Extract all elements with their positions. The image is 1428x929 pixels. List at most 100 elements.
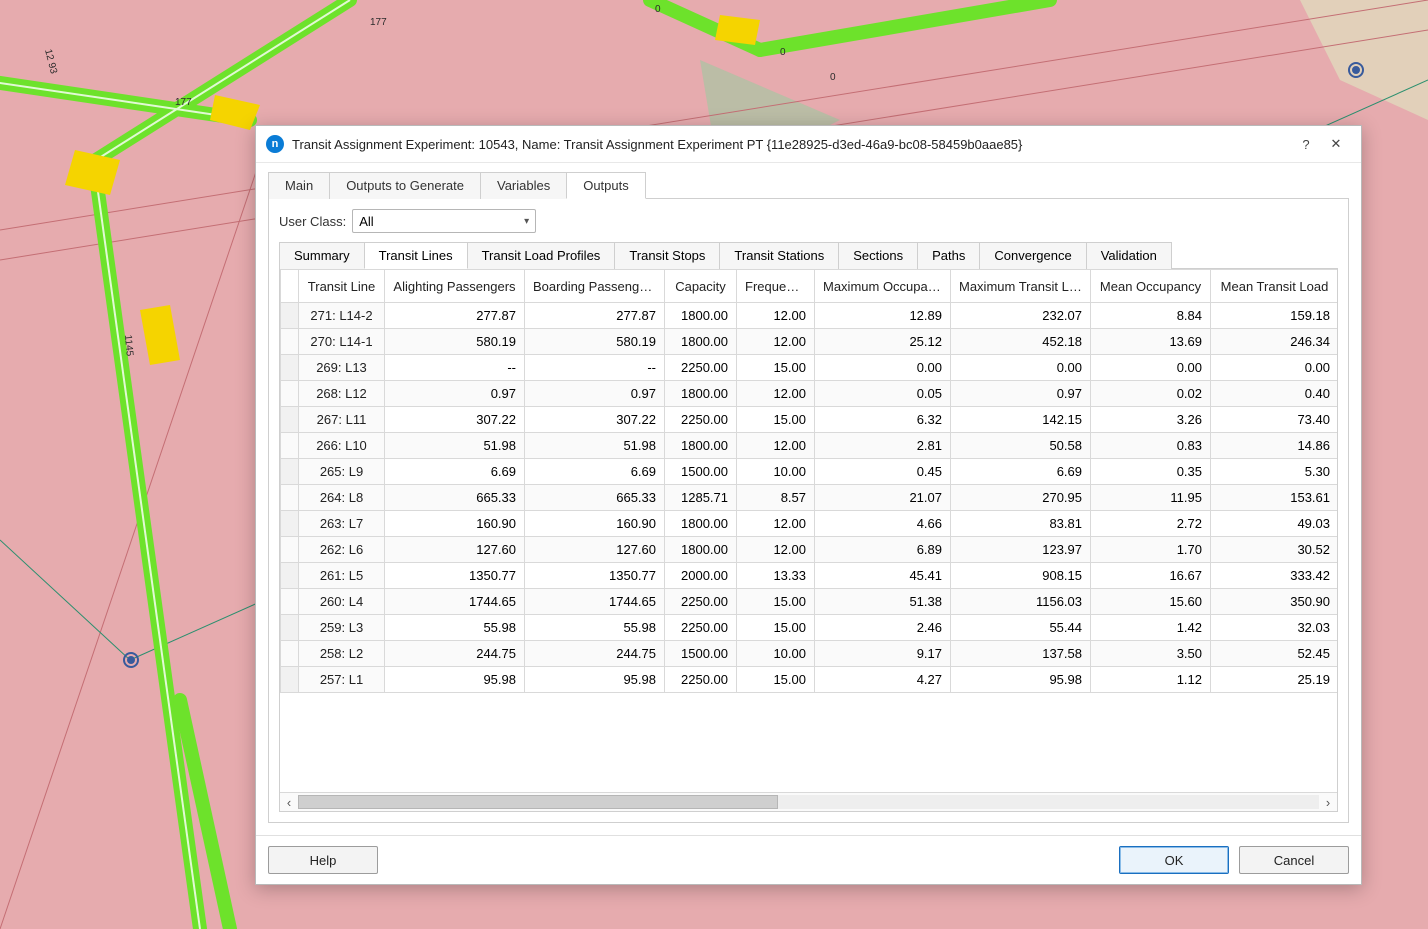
cell-alighting[interactable]: 277.87 [385, 303, 525, 329]
cell-frequency[interactable]: 12.00 [737, 381, 815, 407]
cell-max-occupancy[interactable]: 6.89 [815, 537, 951, 563]
cell-transit-line[interactable]: 260: L4 [299, 589, 385, 615]
col-transit-line[interactable]: Transit Line [299, 270, 385, 303]
row-handle[interactable] [281, 511, 299, 537]
table-row[interactable]: 260: L41744.651744.652250.0015.0051.3811… [281, 589, 1338, 615]
cell-max-occupancy[interactable]: 0.05 [815, 381, 951, 407]
cell-max-occupancy[interactable]: 0.45 [815, 459, 951, 485]
cell-alighting[interactable]: 127.60 [385, 537, 525, 563]
col-max-transit-load[interactable]: Maximum Transit Load [951, 270, 1091, 303]
cell-boarding[interactable]: 55.98 [525, 615, 665, 641]
cell-alighting[interactable]: 1350.77 [385, 563, 525, 589]
row-handle[interactable] [281, 355, 299, 381]
cell-max-occupancy[interactable]: 25.12 [815, 329, 951, 355]
cell-transit-line[interactable]: 266: L10 [299, 433, 385, 459]
cell-boarding[interactable]: 1744.65 [525, 589, 665, 615]
subtab-transit-load-profiles[interactable]: Transit Load Profiles [467, 242, 616, 269]
col-frequency[interactable]: Frequency [737, 270, 815, 303]
table-row[interactable]: 270: L14-1580.19580.191800.0012.0025.124… [281, 329, 1338, 355]
cell-mean-occupancy[interactable]: 1.70 [1091, 537, 1211, 563]
help-icon[interactable]: ? [1291, 130, 1321, 158]
cell-alighting[interactable]: 51.98 [385, 433, 525, 459]
cell-transit-line[interactable]: 261: L5 [299, 563, 385, 589]
subtab-transit-stops[interactable]: Transit Stops [614, 242, 720, 269]
cell-max-occupancy[interactable]: 2.81 [815, 433, 951, 459]
cell-max-occupancy[interactable]: 9.17 [815, 641, 951, 667]
cell-max-transit-load[interactable]: 232.07 [951, 303, 1091, 329]
col-boarding[interactable]: Boarding Passengers [525, 270, 665, 303]
cell-capacity[interactable]: 1800.00 [665, 537, 737, 563]
cell-capacity[interactable]: 2000.00 [665, 563, 737, 589]
cell-frequency[interactable]: 10.00 [737, 459, 815, 485]
cell-max-occupancy[interactable]: 51.38 [815, 589, 951, 615]
cell-mean-transit-load[interactable]: 30.52 [1211, 537, 1338, 563]
subtab-paths[interactable]: Paths [917, 242, 980, 269]
cell-mean-transit-load[interactable]: 153.61 [1211, 485, 1338, 511]
cell-capacity[interactable]: 1800.00 [665, 511, 737, 537]
cell-frequency[interactable]: 12.00 [737, 329, 815, 355]
cell-transit-line[interactable]: 257: L1 [299, 667, 385, 693]
cell-frequency[interactable]: 15.00 [737, 615, 815, 641]
cell-mean-transit-load[interactable]: 0.00 [1211, 355, 1338, 381]
cell-boarding[interactable]: 244.75 [525, 641, 665, 667]
tab-main[interactable]: Main [268, 172, 330, 199]
cell-frequency[interactable]: 15.00 [737, 407, 815, 433]
cell-boarding[interactable]: 51.98 [525, 433, 665, 459]
cell-mean-transit-load[interactable]: 159.18 [1211, 303, 1338, 329]
cell-max-transit-load[interactable]: 908.15 [951, 563, 1091, 589]
cell-transit-line[interactable]: 262: L6 [299, 537, 385, 563]
cell-max-occupancy[interactable]: 45.41 [815, 563, 951, 589]
cell-boarding[interactable]: 277.87 [525, 303, 665, 329]
cell-boarding[interactable]: 127.60 [525, 537, 665, 563]
cell-max-transit-load[interactable]: 95.98 [951, 667, 1091, 693]
cell-capacity[interactable]: 2250.00 [665, 589, 737, 615]
cell-mean-occupancy[interactable]: 1.42 [1091, 615, 1211, 641]
cell-max-transit-load[interactable]: 270.95 [951, 485, 1091, 511]
cell-mean-transit-load[interactable]: 5.30 [1211, 459, 1338, 485]
cell-max-transit-load[interactable]: 123.97 [951, 537, 1091, 563]
cell-mean-occupancy[interactable]: 0.83 [1091, 433, 1211, 459]
cell-boarding[interactable]: 1350.77 [525, 563, 665, 589]
cell-mean-transit-load[interactable]: 350.90 [1211, 589, 1338, 615]
subtab-convergence[interactable]: Convergence [979, 242, 1086, 269]
cell-boarding[interactable]: 95.98 [525, 667, 665, 693]
cell-mean-occupancy[interactable]: 3.50 [1091, 641, 1211, 667]
table-row[interactable]: 259: L355.9855.982250.0015.002.4655.441.… [281, 615, 1338, 641]
cell-mean-occupancy[interactable]: 1.12 [1091, 667, 1211, 693]
scroll-track[interactable] [298, 795, 1319, 809]
table-row[interactable]: 267: L11307.22307.222250.0015.006.32142.… [281, 407, 1338, 433]
cell-max-occupancy[interactable]: 6.32 [815, 407, 951, 433]
cell-alighting[interactable]: -- [385, 355, 525, 381]
cell-max-transit-load[interactable]: 137.58 [951, 641, 1091, 667]
cell-capacity[interactable]: 1800.00 [665, 381, 737, 407]
cell-mean-transit-load[interactable]: 333.42 [1211, 563, 1338, 589]
cell-mean-occupancy[interactable]: 0.02 [1091, 381, 1211, 407]
table-row[interactable]: 263: L7160.90160.901800.0012.004.6683.81… [281, 511, 1338, 537]
cell-alighting[interactable]: 1744.65 [385, 589, 525, 615]
subtab-summary[interactable]: Summary [279, 242, 365, 269]
cell-mean-transit-load[interactable]: 49.03 [1211, 511, 1338, 537]
row-handle[interactable] [281, 381, 299, 407]
cell-alighting[interactable]: 307.22 [385, 407, 525, 433]
cell-frequency[interactable]: 12.00 [737, 433, 815, 459]
cell-transit-line[interactable]: 269: L13 [299, 355, 385, 381]
cell-mean-occupancy[interactable]: 8.84 [1091, 303, 1211, 329]
cell-frequency[interactable]: 15.00 [737, 589, 815, 615]
cell-capacity[interactable]: 2250.00 [665, 615, 737, 641]
table-row[interactable]: 268: L120.970.971800.0012.000.050.970.02… [281, 381, 1338, 407]
cell-frequency[interactable]: 12.00 [737, 537, 815, 563]
cell-boarding[interactable]: 580.19 [525, 329, 665, 355]
cell-mean-transit-load[interactable]: 25.19 [1211, 667, 1338, 693]
cell-frequency[interactable]: 13.33 [737, 563, 815, 589]
cell-capacity[interactable]: 2250.00 [665, 407, 737, 433]
cell-max-transit-load[interactable]: 0.00 [951, 355, 1091, 381]
cell-frequency[interactable]: 15.00 [737, 667, 815, 693]
cell-transit-line[interactable]: 271: L14-2 [299, 303, 385, 329]
cell-transit-line[interactable]: 270: L14-1 [299, 329, 385, 355]
scroll-left-icon[interactable]: ‹ [280, 794, 298, 810]
table-row[interactable]: 265: L96.696.691500.0010.000.456.690.355… [281, 459, 1338, 485]
cell-boarding[interactable]: 6.69 [525, 459, 665, 485]
cell-mean-occupancy[interactable]: 3.26 [1091, 407, 1211, 433]
cell-mean-transit-load[interactable]: 246.34 [1211, 329, 1338, 355]
cell-mean-transit-load[interactable]: 0.40 [1211, 381, 1338, 407]
